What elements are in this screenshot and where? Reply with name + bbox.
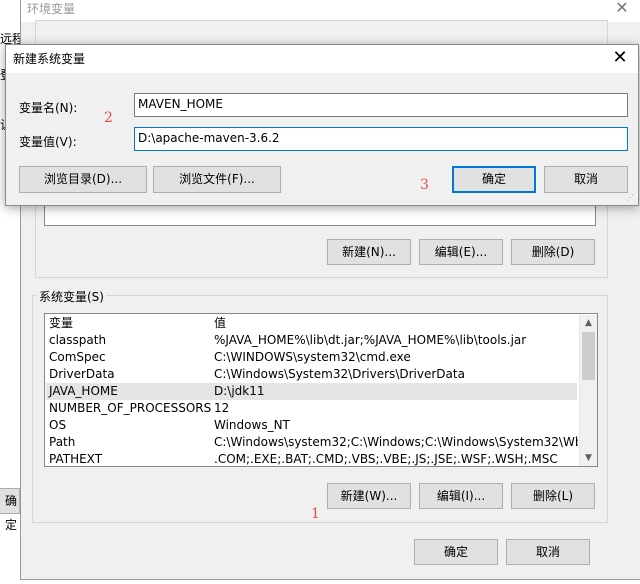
new-system-variable-dialog: 新建系统变量 ✕ 变量名(N): MAVEN_HOME 变量值(V): D:\a… <box>5 44 639 206</box>
system-new-button[interactable]: 新建(W)... <box>327 483 411 509</box>
vertical-scrollbar[interactable]: ▲ ▼ <box>579 315 597 466</box>
variable-value-cell: %JAVA_HOME%\lib\dt.jar;%JAVA_HOME%\lib\t… <box>214 333 527 347</box>
variable-name-cell: NUMBER_OF_PROCESSORS <box>49 401 212 415</box>
close-icon[interactable]: ✕ <box>614 0 630 18</box>
variable-name-cell: Path <box>49 435 76 449</box>
resize-grip-icon[interactable]: ⋰ <box>626 193 636 203</box>
annotation-step-2: 2 <box>104 110 113 126</box>
annotation-step-3: 3 <box>420 177 429 193</box>
variable-value-cell: C:\Windows\system32;C:\Windows;C:\Window… <box>214 435 578 449</box>
system-delete-button[interactable]: 删除(L) <box>511 483 595 509</box>
env-window-titlebar: 环境变量 ✕ <box>21 0 640 22</box>
table-row[interactable]: PATHEXT .COM;.EXE;.BAT;.CMD;.VBS;.VBE;.JS… <box>46 451 577 466</box>
user-delete-button[interactable]: 删除(D) <box>511 239 595 265</box>
browse-file-button[interactable]: 浏览文件(F)... <box>153 166 281 193</box>
variable-value-cell: D:\jdk11 <box>214 384 265 398</box>
table-row[interactable]: DriverData C:\Windows\System32\Drivers\Dr… <box>46 366 577 383</box>
table-header[interactable]: 变量 值 <box>46 315 577 332</box>
close-icon[interactable]: ✕ <box>608 45 632 73</box>
dialog-cancel-button[interactable]: 取消 <box>544 166 628 193</box>
variable-value-label: 变量值(V): <box>19 135 77 149</box>
env-ok-button[interactable]: 确定 <box>414 539 498 565</box>
variable-name-cell: DriverData <box>49 367 115 381</box>
dialog-ok-button[interactable]: 确定 <box>452 166 536 193</box>
variable-name-cell: classpath <box>49 333 107 347</box>
scroll-down-icon[interactable]: ▼ <box>580 450 597 466</box>
env-cancel-button[interactable]: 取消 <box>506 539 590 565</box>
scrollbar-thumb[interactable] <box>582 332 595 380</box>
variable-name-cell: OS <box>49 418 67 432</box>
variable-value-input[interactable]: D:\apache-maven-3.6.2 <box>134 127 628 151</box>
dialog-title: 新建系统变量 <box>13 52 86 66</box>
variable-value-cell: Windows_NT <box>214 418 290 432</box>
variable-name-cell: PATHEXT <box>49 452 103 466</box>
system-edit-button[interactable]: 编辑(I)... <box>419 483 503 509</box>
variable-value-cell: 12 <box>214 401 230 415</box>
variable-value-cell: C:\WINDOWS\system32\cmd.exe <box>214 350 411 364</box>
annotation-step-1: 1 <box>311 506 320 522</box>
system-variables-table[interactable]: 变量 值 classpath %JAVA_HOME%\lib\dt.jar;%JA… <box>44 313 598 467</box>
table-row[interactable]: JAVA_HOME D:\jdk11 <box>46 383 577 400</box>
table-row[interactable]: ComSpec C:\WINDOWS\system32\cmd.exe <box>46 349 577 366</box>
system-variables-label: 系统变量(S) <box>37 288 106 305</box>
column-header-name[interactable]: 变量 <box>49 315 73 332</box>
dialog-titlebar: 新建系统变量 ✕ <box>6 45 638 73</box>
user-new-button[interactable]: 新建(N)... <box>327 239 411 265</box>
column-header-value[interactable]: 值 <box>214 315 578 332</box>
browse-directory-button[interactable]: 浏览目录(D)... <box>19 166 147 193</box>
table-row[interactable]: Path C:\Windows\system32;C:\Windows;C:\Wi… <box>46 434 578 451</box>
variable-name-cell: JAVA_HOME <box>49 384 118 398</box>
background-ok-button[interactable]: 确定 <box>0 488 20 532</box>
variable-value-cell: .COM;.EXE;.BAT;.CMD;.VBS;.VBE;.JS;.JSE;.… <box>214 452 558 466</box>
scroll-up-icon[interactable]: ▲ <box>580 315 597 332</box>
variable-value-cell: C:\Windows\System32\Drivers\DriverData <box>214 367 465 381</box>
table-row[interactable]: NUMBER_OF_PROCESSORS 12 <box>46 400 577 417</box>
table-row[interactable]: OS Windows_NT <box>46 417 577 434</box>
variable-name-input[interactable]: MAVEN_HOME <box>134 93 628 117</box>
user-edit-button[interactable]: 编辑(E)... <box>419 239 503 265</box>
variable-name-cell: ComSpec <box>49 350 106 364</box>
variable-name-label: 变量名(N): <box>19 101 78 115</box>
table-row[interactable]: classpath %JAVA_HOME%\lib\dt.jar;%JAVA_HO… <box>46 332 577 349</box>
env-window-title: 环境变量 <box>27 2 76 16</box>
